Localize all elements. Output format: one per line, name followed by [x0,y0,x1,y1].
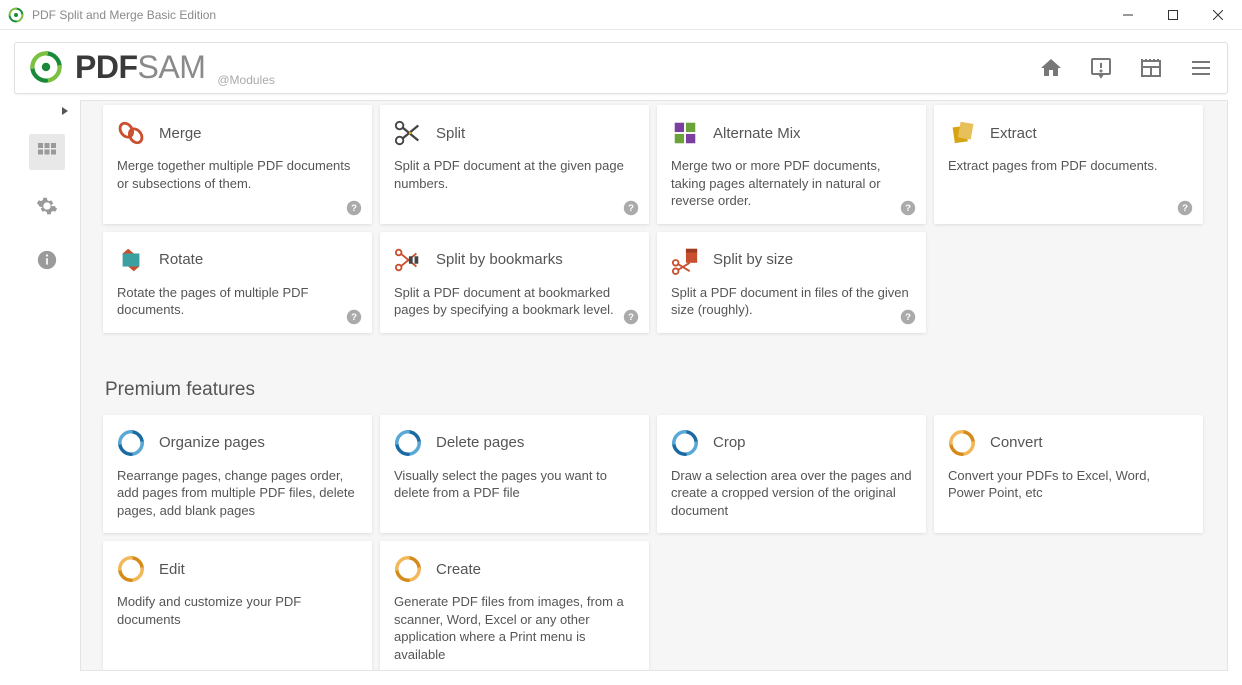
close-button[interactable] [1195,0,1240,30]
card-split-size[interactable]: Split by size Split a PDF document in fi… [657,232,926,333]
card-rotate[interactable]: Rotate Rotate the pages of multiple PDF … [103,232,372,333]
brand-pdf: PDF [75,49,138,85]
card-desc: Split a PDF document at the given page n… [394,157,635,192]
card-desc: Extract pages from PDF documents. [948,157,1189,175]
card-title: Crop [713,434,746,451]
card-title: Extract [990,125,1037,142]
rotate-icon [117,246,145,274]
premium-swirl-orange-icon [394,555,422,583]
card-title: Split by size [713,251,793,268]
card-edit[interactable]: Edit Modify and customize your PDF docum… [103,541,372,671]
menu-icon[interactable] [1189,56,1213,80]
help-icon[interactable]: ? [900,309,916,325]
help-icon[interactable]: ? [900,200,916,216]
card-title: Edit [159,561,185,578]
minimize-button[interactable] [1105,0,1150,30]
card-desc: Rotate the pages of multiple PDF documen… [117,284,358,319]
card-desc: Modify and customize your PDF documents [117,593,358,628]
premium-swirl-blue-icon [394,429,422,457]
card-desc: Split a PDF document at bookmarked pages… [394,284,635,319]
window-title: PDF Split and Merge Basic Edition [32,8,216,22]
card-extract[interactable]: Extract Extract pages from PDF documents… [934,105,1203,224]
card-desc: Merge two or more PDF documents, taking … [671,157,912,210]
card-title: Split by bookmarks [436,251,563,268]
sidebar-modules-icon[interactable] [29,134,65,170]
card-desc: Visually select the pages you want to de… [394,467,635,502]
card-title: Convert [990,434,1043,451]
sidebar-settings-icon[interactable] [29,188,65,224]
card-title: Create [436,561,481,578]
card-create[interactable]: Create Generate PDF files from images, f… [380,541,649,671]
home-icon[interactable] [1039,56,1063,80]
card-desc: Merge together multiple PDF documents or… [117,157,358,192]
card-convert[interactable]: Convert Convert your PDFs to Excel, Word… [934,415,1203,534]
premium-swirl-blue-icon [671,429,699,457]
card-crop[interactable]: Crop Draw a selection area over the page… [657,415,926,534]
card-desc: Convert your PDFs to Excel, Word, Power … [948,467,1189,502]
expand-sidebar-icon[interactable] [60,106,70,116]
card-delete-pages[interactable]: Delete pages Visually select the pages y… [380,415,649,534]
help-icon[interactable]: ? [1177,200,1193,216]
card-split[interactable]: Split Split a PDF document at the given … [380,105,649,224]
help-icon[interactable]: ? [623,200,639,216]
premium-swirl-blue-icon [117,429,145,457]
svg-text:?: ? [351,203,357,214]
app-logo-small [8,7,24,23]
sidebar [14,100,80,671]
svg-text:?: ? [628,312,634,323]
card-organize-pages[interactable]: Organize pages Rearrange pages, change p… [103,415,372,534]
card-title: Alternate Mix [713,125,801,142]
extract-icon [948,119,976,147]
window-titlebar: PDF Split and Merge Basic Edition [0,0,1242,30]
card-title: Split [436,125,465,142]
help-icon[interactable]: ? [623,309,639,325]
card-desc: Draw a selection area over the pages and… [671,467,912,520]
brand-sam: SAM [138,49,206,85]
alternate-mix-icon [671,119,699,147]
window-controls [1105,0,1240,30]
card-title: Delete pages [436,434,524,451]
svg-text:?: ? [628,203,634,214]
card-desc: Generate PDF files from images, from a s… [394,593,635,663]
help-icon[interactable]: ? [346,309,362,325]
card-title: Rotate [159,251,203,268]
split-icon [394,119,422,147]
premium-swirl-orange-icon [948,429,976,457]
premium-section-title: Premium features [105,379,1227,401]
split-size-icon [671,246,699,274]
premium-swirl-orange-icon [117,555,145,583]
card-title: Merge [159,125,202,142]
help-icon[interactable]: ? [346,200,362,216]
card-merge[interactable]: Merge Merge together multiple PDF docume… [103,105,372,224]
card-desc: Rearrange pages, change pages order, add… [117,467,358,520]
card-desc: Split a PDF document in files of the giv… [671,284,912,319]
app-logo-icon [29,50,63,84]
brand: PDFSAM @Modules [29,49,275,88]
svg-text:?: ? [905,312,911,323]
brand-sub: @Modules [217,73,275,87]
svg-text:?: ? [351,312,357,323]
split-bookmarks-icon [394,246,422,274]
maximize-button[interactable] [1150,0,1195,30]
svg-text:?: ? [905,203,911,214]
topbar: PDFSAM @Modules [14,42,1228,94]
card-alternate-mix[interactable]: Alternate Mix Merge two or more PDF docu… [657,105,926,224]
sidebar-info-icon[interactable] [29,242,65,278]
card-split-bookmarks[interactable]: Split by bookmarks Split a PDF document … [380,232,649,333]
module-scroll-area[interactable]: Merge Merge together multiple PDF docume… [80,100,1228,671]
notification-icon[interactable] [1089,56,1113,80]
card-title: Organize pages [159,434,265,451]
news-icon[interactable] [1139,56,1163,80]
svg-text:?: ? [1182,203,1188,214]
merge-icon [117,119,145,147]
